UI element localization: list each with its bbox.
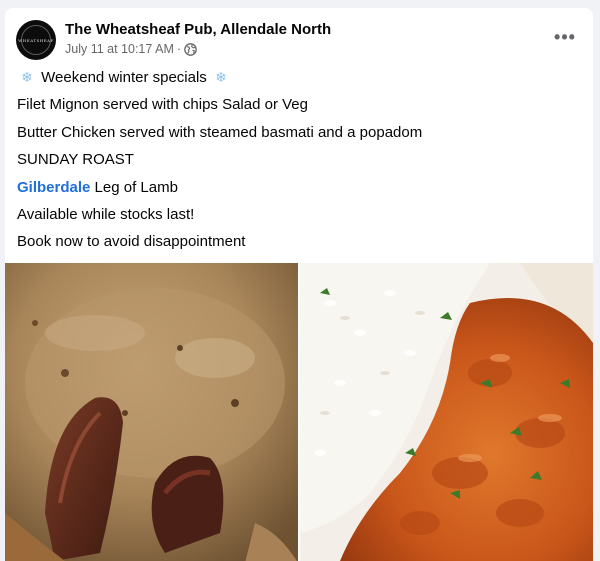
- globe-icon[interactable]: [184, 42, 197, 56]
- photo-butter-chicken[interactable]: [300, 263, 593, 561]
- post-line-butter-chicken: Butter Chicken served with steamed basma…: [17, 123, 423, 141]
- post-line-sunday-roast: SUNDAY ROAST: [17, 151, 134, 169]
- post-line-filet-mignon: Filet Mignon served with chips Salad or …: [17, 96, 308, 114]
- post-line-availability: Available while stocks last!: [17, 205, 195, 223]
- page-name-link[interactable]: The Wheatsheaf Pub, Allendale North: [65, 21, 331, 38]
- post-line-leg-of-lamb: Gilberdale Leg of Lamb: [17, 178, 581, 197]
- post-line-specials-heading: ❄ Weekend winter specials ❄: [17, 68, 581, 87]
- snowflake-icon: ❄: [215, 69, 227, 85]
- snowflake-icon: ❄: [21, 69, 33, 85]
- page-avatar[interactable]: WHEATSHEAF: [16, 20, 56, 60]
- gilberdale-link[interactable]: Gilberdale: [17, 179, 90, 196]
- post-text: ❄ Weekend winter specials ❄ Filet Mignon…: [17, 68, 581, 260]
- post-header: WHEATSHEAF The Wheatsheaf Pub, Allendale…: [5, 8, 593, 66]
- photo-grid: [5, 263, 593, 561]
- specials-heading-text: Weekend winter specials: [41, 69, 207, 86]
- avatar-logo: WHEATSHEAF: [18, 25, 54, 55]
- meta-separator: ·: [176, 42, 182, 56]
- post-line-booking: Book now to avoid disappointment: [17, 233, 246, 251]
- more-options-icon[interactable]: •••: [553, 27, 577, 47]
- avatar-logo-text: WHEATSHEAF: [18, 37, 54, 43]
- post-meta: July 11 at 10:17 AM ·: [65, 42, 197, 56]
- photo-filet-mignon[interactable]: [5, 263, 298, 561]
- post-timestamp[interactable]: July 11 at 10:17 AM: [65, 42, 174, 56]
- leg-of-lamb-text: Leg of Lamb: [90, 178, 178, 196]
- facebook-post: WHEATSHEAF The Wheatsheaf Pub, Allendale…: [5, 8, 593, 561]
